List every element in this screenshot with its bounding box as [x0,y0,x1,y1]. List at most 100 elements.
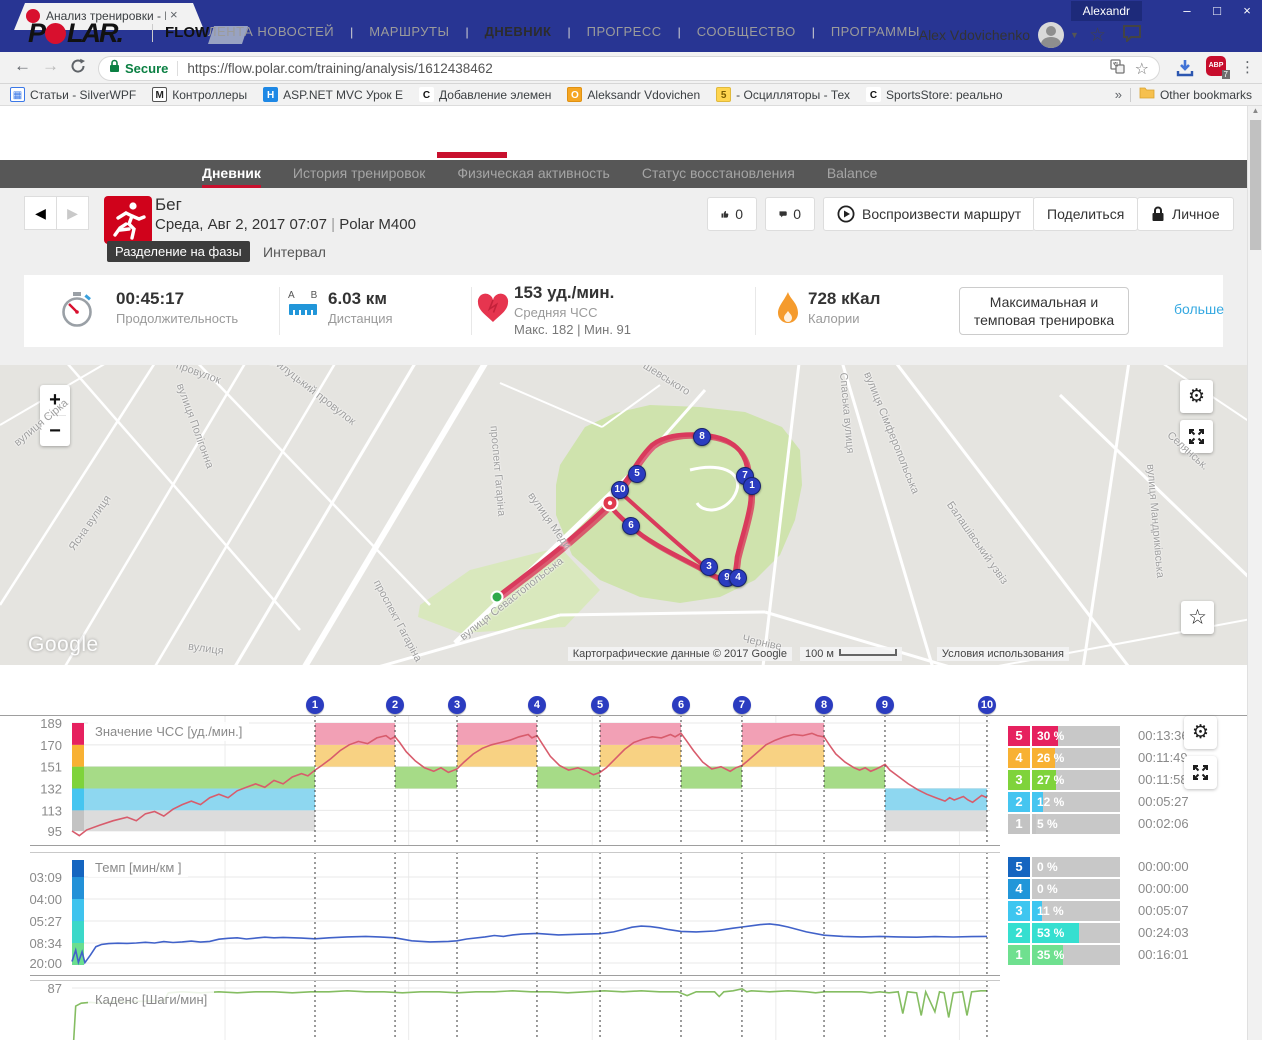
flow-label: FLOW [152,24,209,42]
window-maximize-button[interactable]: □ [1202,0,1232,22]
interval-label[interactable]: Интервал [263,244,326,260]
favorites-star-icon[interactable]: ☆ [1089,24,1106,47]
route-marker-4[interactable]: 4 [729,569,747,587]
bookmark-item[interactable]: HASP.NET MVC Урок Е [263,87,403,102]
route-marker-5[interactable]: 5 [628,465,646,483]
nav-item-1[interactable]: ЛЕНТА НОВОСТЕЙ [206,24,336,39]
forward-icon[interactable]: → [42,56,59,76]
zone-bar: 53 % [1032,923,1120,943]
url-text[interactable]: https://flow.polar.com/training/analysis… [187,61,1109,76]
previous-session-button[interactable]: ◀ [24,196,57,230]
bookmark-favicon: M [152,87,167,102]
hr-stat: 153 уд./мин. Средняя ЧСС Макс. 182 | Мин… [514,283,631,337]
zone-percent: 11 % [1037,901,1064,921]
phase-number-7[interactable]: 7 [733,696,751,714]
translate-icon[interactable] [1110,59,1125,79]
scrollbar-up-icon[interactable]: ▲ [1249,106,1262,115]
avatar[interactable] [1038,22,1064,48]
cadence-chart[interactable]: 87 [0,980,1247,1040]
phase-number-3[interactable]: 3 [448,696,466,714]
reload-icon[interactable] [70,58,86,79]
chrome-menu-icon[interactable]: ⋮ [1240,58,1255,76]
route-marker-3[interactable]: 3 [700,558,718,576]
download-icon[interactable] [1174,57,1196,84]
feedback-chat-icon[interactable] [1122,24,1142,47]
scrollbar-thumb[interactable] [1250,120,1261,250]
chrome-profile-name[interactable]: Alexandr [1071,1,1142,21]
window-close-button[interactable]: × [1232,0,1262,22]
zone-number: 4 [1008,879,1030,899]
back-icon[interactable]: ← [14,56,31,76]
share-button[interactable]: Поделиться [1033,197,1138,231]
comment-button[interactable]: 0 [765,197,815,231]
nav-item-3[interactable]: ДНЕВНИК [483,24,554,39]
route-map[interactable]: + − ⚙ ☆ Google Картографические данные ©… [0,365,1247,665]
hr-value: 153 уд./мин. [514,283,631,303]
user-menu[interactable]: Alex Vdovichenko ▼ ☆ [919,22,1142,48]
phase-split-badge[interactable]: Разделение на фазы [107,241,250,262]
nav-item-4[interactable]: ПРОГРЕСС [585,24,664,39]
subnav-item-2[interactable]: История тренировок [293,160,425,188]
phase-number-4[interactable]: 4 [528,696,546,714]
zone-row-3: 311 %00:05:07 [1008,901,1120,921]
subnav-item-5[interactable]: Balance [827,160,878,188]
logo-lar: LAR. [67,18,122,48]
phase-number-9[interactable]: 9 [876,696,894,714]
route-marker-6[interactable]: 6 [622,517,640,535]
subnav-item-3[interactable]: Физическая активность [457,160,609,188]
phase-number-2[interactable]: 2 [386,696,404,714]
polar-logo[interactable]: PLAR. [28,18,122,49]
nav-item-2[interactable]: МАРШРУТЫ [367,24,451,39]
adblock-plus-icon[interactable]: ABP 7 [1206,56,1226,76]
bookmark-star-icon[interactable]: ☆ [1135,59,1149,79]
bookmark-item[interactable]: CДобавление элемен [419,87,551,102]
chart-fullscreen-icon[interactable] [1184,756,1217,789]
heart-icon [476,292,510,329]
subnav-item-1[interactable]: Дневник [202,160,261,188]
other-bookmarks-label[interactable]: Other bookmarks [1160,88,1252,102]
phase-number-5[interactable]: 5 [591,696,609,714]
scale-label: 100 м [805,648,834,660]
replay-route-button[interactable]: Воспроизвести маршрут [823,197,1035,231]
nav-item-6[interactable]: ПРОГРАММЫ [829,24,922,39]
training-benefit-button[interactable]: Максимальная и темповая тренировка [959,287,1129,335]
like-button[interactable]: 0 [707,197,757,231]
more-link[interactable]: больше [1174,301,1224,317]
zone-row-1: 135 %00:16:01 [1008,945,1120,965]
session-title: Бег [155,195,182,215]
distance-stat: 6.03 км Дистанция [328,289,393,326]
bookmark-item[interactable]: MКонтроллеры [152,87,247,102]
route-marker-1[interactable]: 1 [743,477,761,495]
window-minimize-button[interactable]: – [1172,0,1202,22]
nav-item-5[interactable]: СООБЩЕСТВО [695,24,798,39]
zone-time: 00:05:27 [1120,792,1210,812]
phase-number-6[interactable]: 6 [672,696,690,714]
hr-minmax: Макс. 182 | Мин. 91 [514,322,631,337]
private-button[interactable]: Личное [1137,197,1234,231]
map-terms-link[interactable]: Условия использования [937,647,1069,661]
flame-icon [776,291,800,332]
phase-number-8[interactable]: 8 [815,696,833,714]
next-session-button[interactable]: ▶ [56,196,89,230]
bookmarks-bar: ▦Статьи - SilverWPF MКонтроллеры HASP.NET … [0,84,1262,106]
bookmark-item[interactable]: OAleksandr Vdovichen [567,87,700,102]
route-marker-10[interactable]: 10 [611,481,629,499]
tab-close-icon[interactable]: × [170,7,178,22]
bookmarks-overflow-icon[interactable]: » [1115,87,1122,102]
bookmark-item[interactable]: 5- Осцилляторы - Тех [716,87,850,102]
subnav-item-4[interactable]: Статус восстановления [642,160,795,188]
phase-number-10[interactable]: 10 [978,696,996,714]
page-scrollbar[interactable]: ▲ [1247,106,1262,1040]
bookmark-item[interactable]: CSportsStore: реально [866,87,1003,102]
route-marker-8[interactable]: 8 [693,428,711,446]
address-bar[interactable]: Secure https://flow.polar.com/training/a… [98,56,1160,81]
chevron-down-icon[interactable]: ▼ [1070,30,1079,40]
map-save-star-icon[interactable]: ☆ [1181,601,1214,634]
phase-number-1[interactable]: 1 [306,696,324,714]
chart-settings-gear-icon[interactable]: ⚙ [1184,716,1217,749]
hr-chart-title: Значение ЧСС [уд./мин.] [88,722,249,741]
map-settings-gear-icon[interactable]: ⚙ [1180,380,1213,413]
google-logo[interactable]: Google [28,633,99,657]
bookmark-item[interactable]: ▦Статьи - SilverWPF [10,87,136,102]
bookmark-favicon: C [866,87,881,102]
